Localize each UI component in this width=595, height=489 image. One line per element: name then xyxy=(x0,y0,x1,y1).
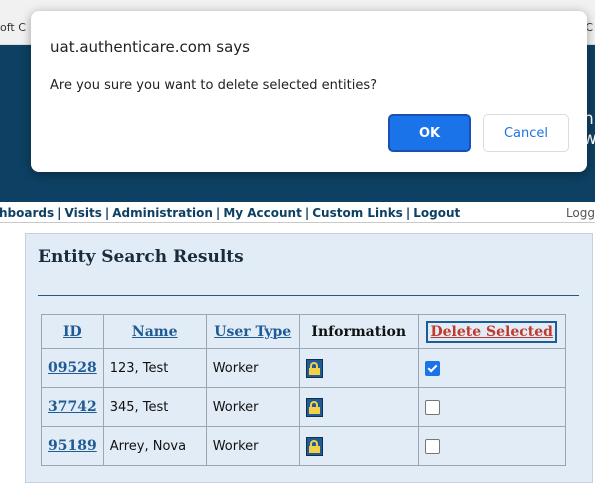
column-header-information: Information xyxy=(298,314,419,349)
column-header-id[interactable]: ID xyxy=(41,314,104,349)
table-row: 37742 345, Test Worker xyxy=(41,387,566,427)
entity-id-link[interactable]: 37742 xyxy=(41,387,104,427)
lock-icon[interactable] xyxy=(305,436,323,456)
browser-tab-fragment: oft C xyxy=(0,21,26,34)
information-cell xyxy=(298,387,419,427)
delete-checkbox[interactable] xyxy=(424,438,440,454)
column-header-user-type[interactable]: User Type xyxy=(205,314,300,349)
delete-selected-label[interactable]: Delete Selected xyxy=(426,320,557,343)
table-header-row: ID Name User Type Information Delete Sel… xyxy=(41,314,566,349)
main-nav: hboards | Visits | Administration | My Account… xyxy=(0,203,595,223)
panel-title: Entity Search Results xyxy=(38,247,244,267)
lock-icon[interactable] xyxy=(305,358,323,378)
nav-divider xyxy=(0,222,595,223)
dialog-title: uat.authenticare.com says xyxy=(50,38,250,56)
nav-item-visits[interactable]: Visits xyxy=(65,206,102,220)
dialog-message: Are you sure you want to delete selected… xyxy=(50,78,377,93)
delete-checkbox[interactable] xyxy=(424,360,440,376)
entity-name: 123, Test xyxy=(102,348,207,388)
entity-name: Arrey, Nova xyxy=(102,426,207,466)
entity-id-link[interactable]: 95189 xyxy=(41,426,104,466)
entity-user-type: Worker xyxy=(205,426,300,466)
column-header-name[interactable]: Name xyxy=(102,314,207,349)
delete-cell xyxy=(417,426,566,466)
entity-id-link[interactable]: 09528 xyxy=(41,348,104,388)
nav-item-dashboards[interactable]: hboards xyxy=(0,206,54,220)
information-cell xyxy=(298,348,419,388)
cancel-button[interactable]: Cancel xyxy=(483,114,569,152)
lock-icon[interactable] xyxy=(305,397,323,417)
delete-cell xyxy=(417,348,566,388)
entity-user-type: Worker xyxy=(205,348,300,388)
entity-name: 345, Test xyxy=(102,387,207,427)
table-row: 95189 Arrey, Nova Worker xyxy=(41,426,566,466)
nav-item-administration[interactable]: Administration xyxy=(112,206,213,220)
delete-selected-link[interactable]: Delete Selected xyxy=(417,314,566,349)
table-row: 09528 123, Test Worker xyxy=(41,348,566,388)
delete-checkbox[interactable] xyxy=(424,399,440,415)
results-table: ID Name User Type Information Delete Sel… xyxy=(41,314,566,466)
entity-search-results-panel: Entity Search Results ID Name User Type … xyxy=(25,233,593,483)
delete-cell xyxy=(417,387,566,427)
entity-user-type: Worker xyxy=(205,387,300,427)
information-cell xyxy=(298,426,419,466)
nav-item-logout[interactable]: Logout xyxy=(413,206,460,220)
nav-item-custom-links[interactable]: Custom Links xyxy=(312,206,403,220)
nav-item-my-account[interactable]: My Account xyxy=(223,206,302,220)
confirm-delete-dialog: uat.authenticare.com says Are you sure y… xyxy=(31,11,587,172)
ok-button[interactable]: OK xyxy=(388,114,471,152)
nav-links: hboards | Visits | Administration | My Account… xyxy=(0,206,461,220)
login-info-fragment: Logg xyxy=(565,206,595,220)
panel-divider xyxy=(38,295,579,296)
